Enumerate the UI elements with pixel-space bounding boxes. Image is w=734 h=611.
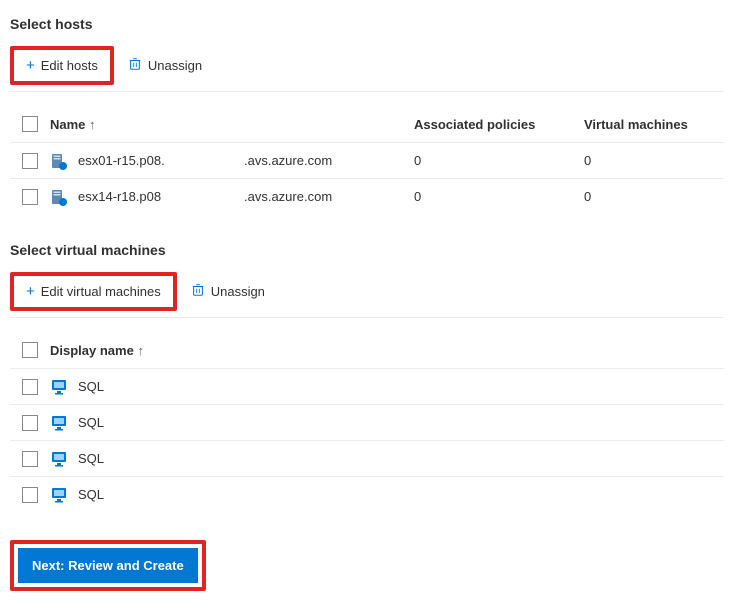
unassign-vms-button[interactable]: Unassign: [181, 277, 275, 307]
host-policies: 0: [414, 153, 584, 168]
edit-hosts-button[interactable]: + Edit hosts: [16, 52, 108, 79]
trash-icon: [128, 57, 142, 75]
vms-toolbar: + Edit virtual machines Unassign: [10, 272, 724, 318]
vm-icon: [50, 486, 68, 504]
edit-vms-label: Edit virtual machines: [41, 284, 161, 299]
server-icon: [50, 152, 68, 170]
hosts-header-row: Name Associated policies Virtual machine…: [10, 106, 724, 142]
vm-name: SQL: [78, 379, 104, 394]
unassign-vms-label: Unassign: [211, 284, 265, 299]
table-row: esx14-r18.p08 .avs.azure.com 0 0: [10, 178, 724, 214]
unassign-hosts-label: Unassign: [148, 58, 202, 73]
row-checkbox[interactable]: [22, 415, 38, 431]
vm-icon: [50, 450, 68, 468]
vms-grid: Display name SQL SQL SQL: [10, 332, 724, 512]
vms-section-title: Select virtual machines: [10, 242, 724, 258]
hosts-toolbar: + Edit hosts Unassign: [10, 46, 724, 92]
table-row: SQL: [10, 476, 724, 512]
server-icon: [50, 188, 68, 206]
host-name: esx01-r15.p08.: [78, 153, 165, 168]
hosts-grid: Name Associated policies Virtual machine…: [10, 106, 724, 214]
host-vms: 0: [584, 153, 724, 168]
vms-header-row: Display name: [10, 332, 724, 368]
row-checkbox[interactable]: [22, 487, 38, 503]
col-name[interactable]: Name: [50, 117, 244, 132]
trash-icon: [191, 283, 205, 301]
hosts-edit-highlight: + Edit hosts: [10, 46, 114, 85]
vms-edit-highlight: + Edit virtual machines: [10, 272, 177, 311]
vm-icon: [50, 378, 68, 396]
hosts-select-all-checkbox[interactable]: [22, 116, 38, 132]
unassign-hosts-button[interactable]: Unassign: [118, 51, 212, 81]
host-vms: 0: [584, 189, 724, 204]
table-row: SQL: [10, 440, 724, 476]
table-row: esx01-r15.p08. .avs.azure.com 0 0: [10, 142, 724, 178]
plus-icon: +: [26, 284, 35, 299]
col-vms[interactable]: Virtual machines: [584, 117, 724, 132]
hosts-section-title: Select hosts: [10, 16, 724, 32]
vm-name: SQL: [78, 451, 104, 466]
table-row: SQL: [10, 404, 724, 440]
table-row: SQL: [10, 368, 724, 404]
vm-name: SQL: [78, 415, 104, 430]
vms-select-all-checkbox[interactable]: [22, 342, 38, 358]
row-checkbox[interactable]: [22, 451, 38, 467]
footer: Next: Review and Create: [10, 540, 724, 591]
col-display-name[interactable]: Display name: [50, 343, 724, 358]
row-checkbox[interactable]: [22, 379, 38, 395]
edit-vms-button[interactable]: + Edit virtual machines: [16, 278, 171, 305]
plus-icon: +: [26, 58, 35, 73]
col-policies[interactable]: Associated policies: [414, 117, 584, 132]
vm-name: SQL: [78, 487, 104, 502]
next-button-highlight: Next: Review and Create: [10, 540, 206, 591]
next-review-create-button[interactable]: Next: Review and Create: [18, 548, 198, 583]
host-domain: .avs.azure.com: [244, 153, 414, 168]
host-policies: 0: [414, 189, 584, 204]
vm-icon: [50, 414, 68, 432]
row-checkbox[interactable]: [22, 153, 38, 169]
host-name: esx14-r18.p08: [78, 189, 161, 204]
edit-hosts-label: Edit hosts: [41, 58, 98, 73]
row-checkbox[interactable]: [22, 189, 38, 205]
host-domain: .avs.azure.com: [244, 189, 414, 204]
